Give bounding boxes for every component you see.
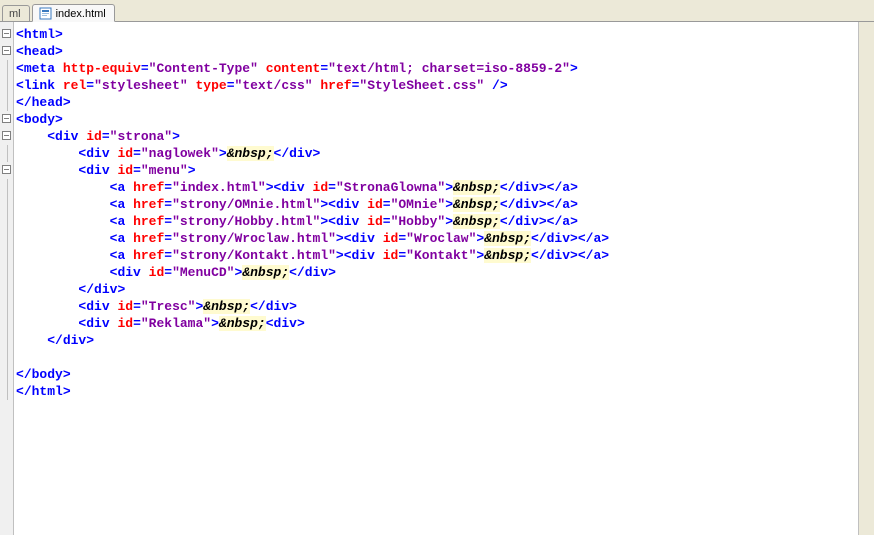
code-line: <div id="Tresc">&nbsp;</div> — [16, 298, 609, 315]
code-line: <html> — [16, 26, 609, 43]
tab-inactive[interactable]: ml — [2, 5, 30, 21]
file-icon — [39, 7, 52, 20]
editor-area: <html><head><meta http-equiv="Content-Ty… — [0, 22, 874, 535]
code-line: <div id="MenuCD">&nbsp;</div> — [16, 264, 609, 281]
code-line: </head> — [16, 94, 609, 111]
code-line: <div id="strona"> — [16, 128, 609, 145]
code-line: <head> — [16, 43, 609, 60]
code-line: <a href="strony/Kontakt.html"><div id="K… — [16, 247, 609, 264]
code-line: <body> — [16, 111, 609, 128]
code-line: </html> — [16, 383, 609, 400]
fold-gutter[interactable] — [0, 22, 14, 535]
tab-active-label: index.html — [56, 8, 106, 20]
code-line: <a href="strony/OMnie.html"><div id="OMn… — [16, 196, 609, 213]
code-line: <div id="Reklama">&nbsp;<div> — [16, 315, 609, 332]
code-line: </div> — [16, 281, 609, 298]
code-line: <a href="strony/Wroclaw.html"><div id="W… — [16, 230, 609, 247]
code-line: <link rel="stylesheet" type="text/css" h… — [16, 77, 609, 94]
tab-active[interactable]: index.html — [32, 4, 115, 22]
code-line: <div id="menu"> — [16, 162, 609, 179]
fold-toggle-icon[interactable] — [2, 165, 11, 174]
vertical-scrollbar[interactable] — [858, 22, 874, 535]
code-line: <a href="strony/Hobby.html"><div id="Hob… — [16, 213, 609, 230]
fold-toggle-icon[interactable] — [2, 46, 11, 55]
fold-toggle-icon[interactable] — [2, 131, 11, 140]
fold-toggle-icon[interactable] — [2, 114, 11, 123]
code-line: <div id="naglowek">&nbsp;</div> — [16, 145, 609, 162]
code-content[interactable]: <html><head><meta http-equiv="Content-Ty… — [14, 22, 609, 535]
code-line: </div> — [16, 332, 609, 349]
code-line — [16, 349, 609, 366]
tab-bar: ml index.html — [0, 0, 874, 22]
code-line: <a href="index.html"><div id="StronaGlow… — [16, 179, 609, 196]
code-line: </body> — [16, 366, 609, 383]
code-line: <meta http-equiv="Content-Type" content=… — [16, 60, 609, 77]
fold-toggle-icon[interactable] — [2, 29, 11, 38]
